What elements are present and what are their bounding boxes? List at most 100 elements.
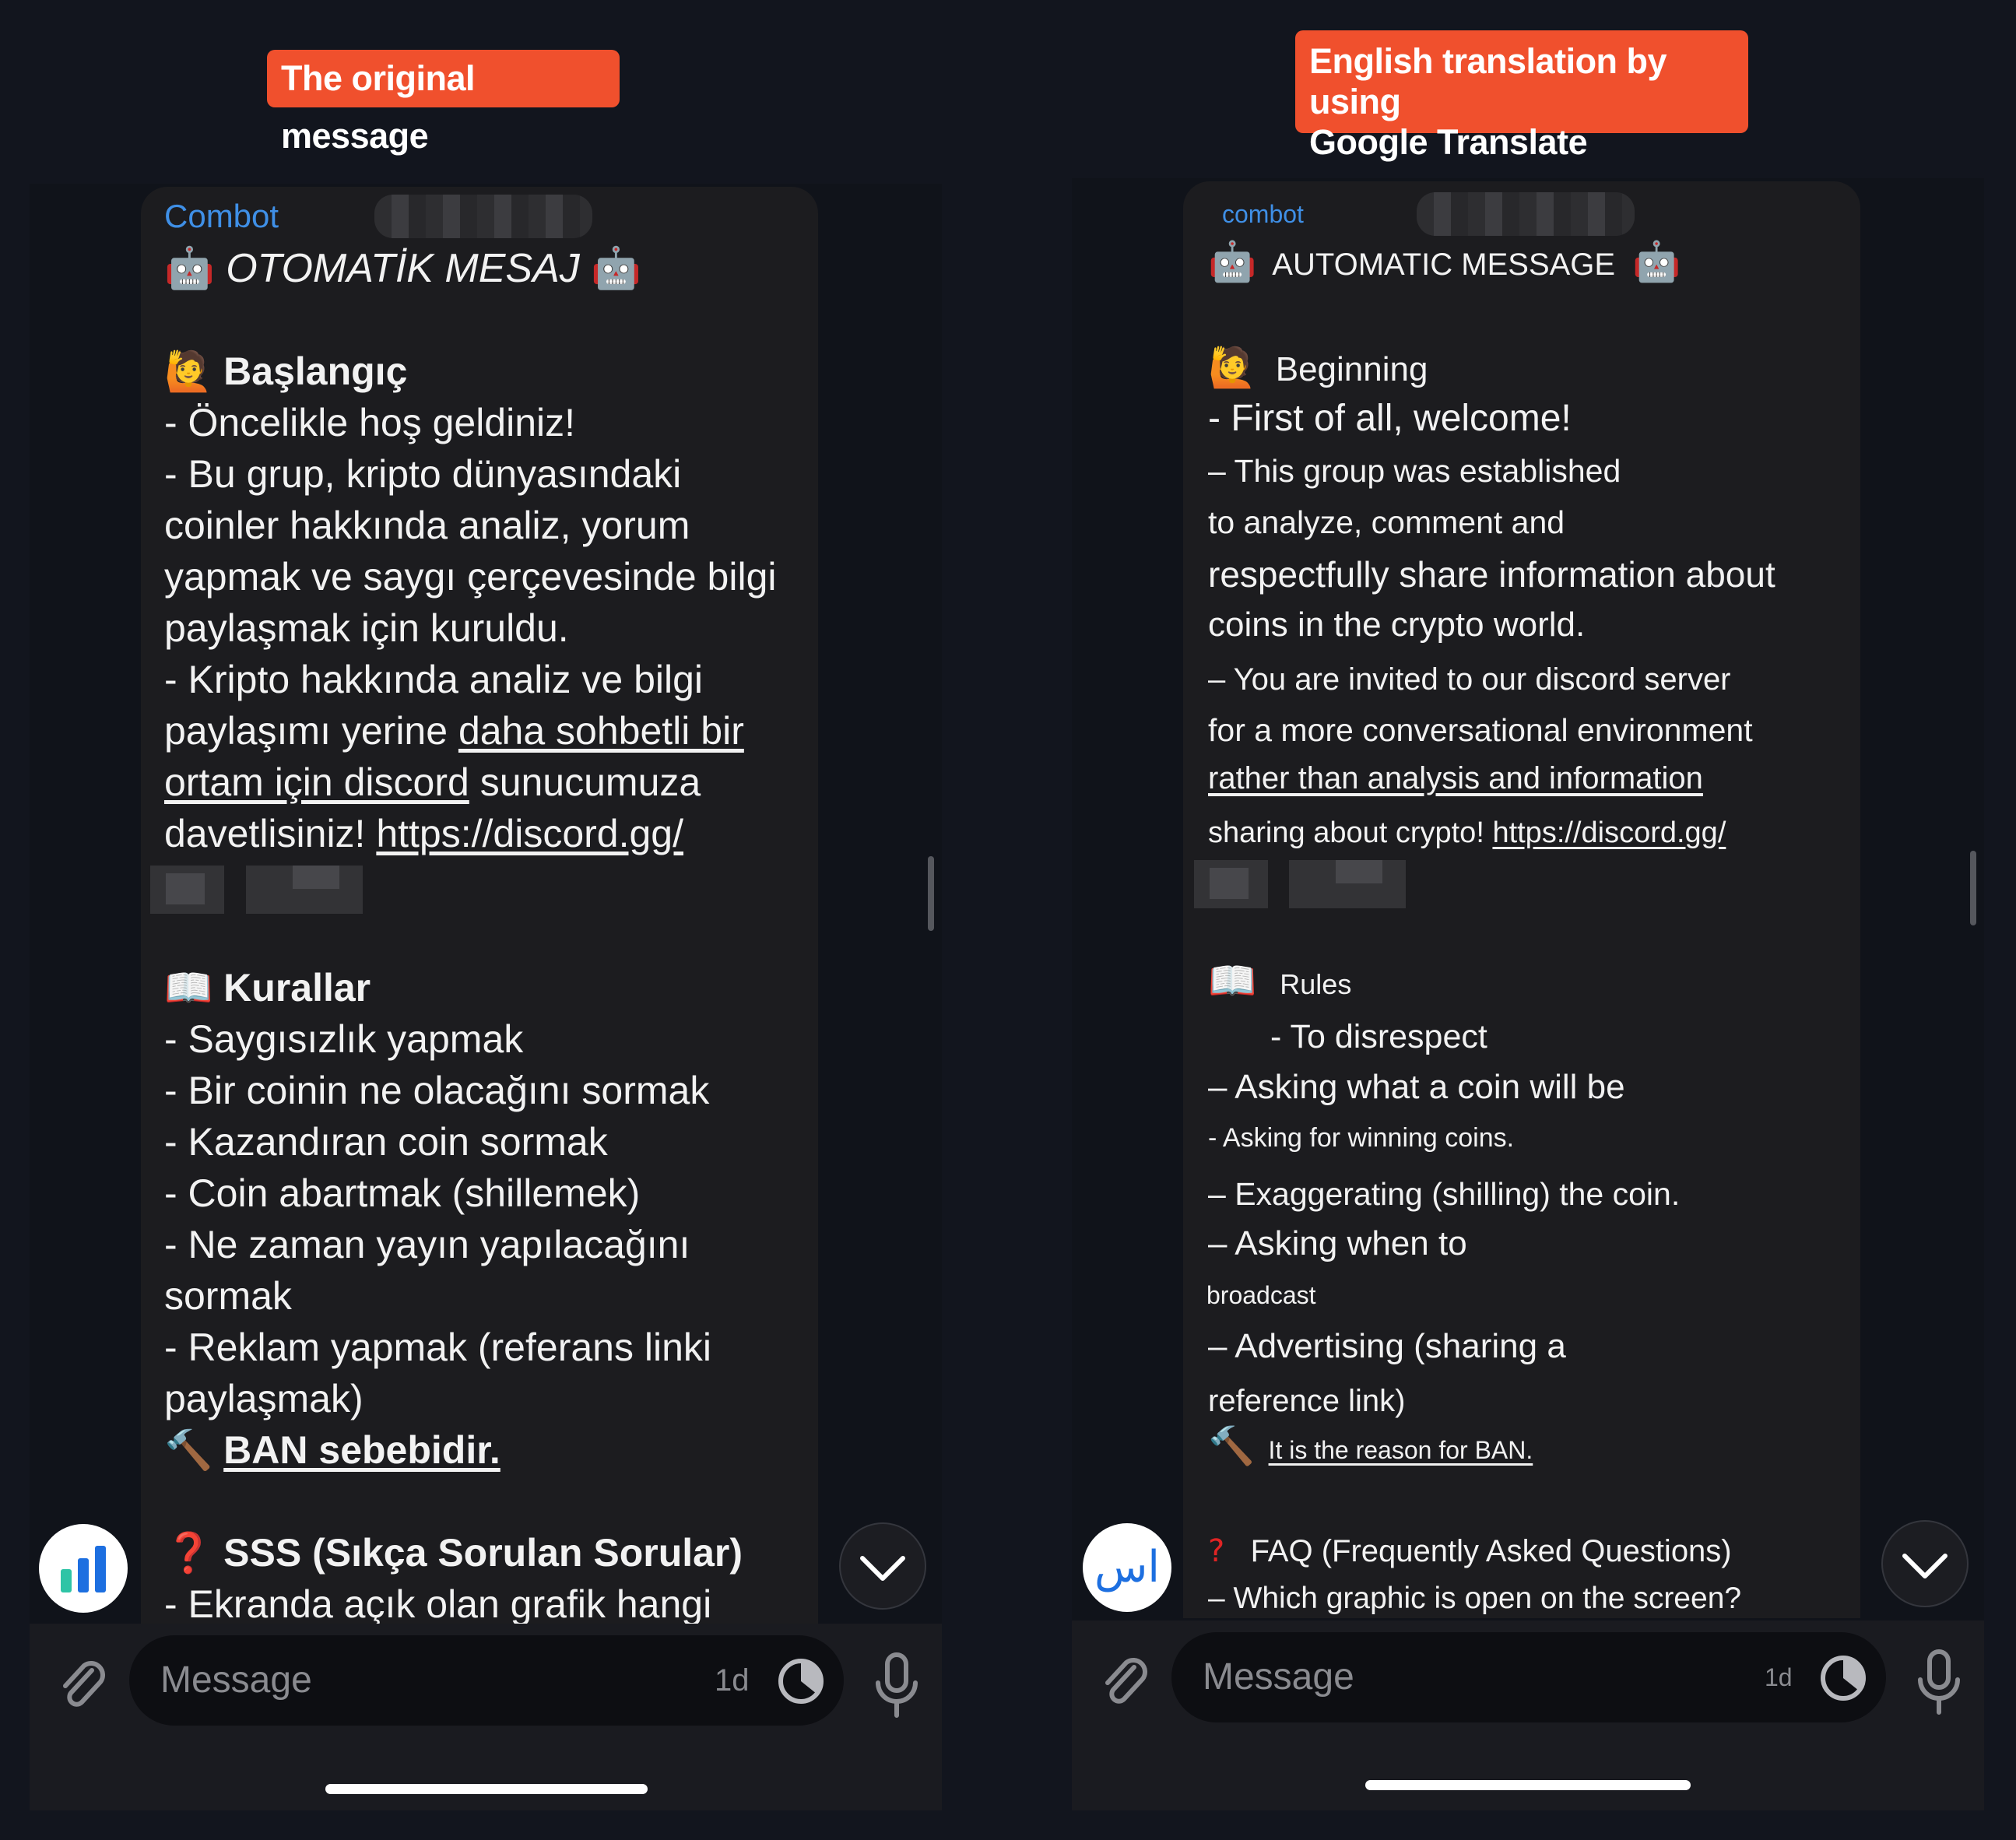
person-raising-hand-icon: 🙋 <box>1208 345 1257 390</box>
rule-item: – Asking what a coin will be <box>1208 1068 1625 1106</box>
start-line: for a more conversational environment <box>1208 712 1753 748</box>
ban-line: 🔨 BAN sebebidir. <box>164 1424 743 1476</box>
hammer-icon: 🔨 <box>1208 1424 1255 1468</box>
message-title: 🤖 OTOMATİK MESAJ 🤖 <box>164 243 641 294</box>
ban-link[interactable]: It is the reason for BAN. <box>1269 1436 1533 1464</box>
message-title: 🤖 AUTOMATIC MESSAGE 🤖 <box>1208 239 1681 287</box>
welcome-line: - First of all, welcome! <box>1208 398 1572 439</box>
rules-section: 📖 Kurallar - Saygısızlık yapmak - Bir co… <box>164 962 743 1624</box>
rules-heading: 📖 Kurallar <box>164 965 371 1010</box>
translation-label-line2: Google Translate <box>1309 122 1588 162</box>
question-mark-icon: ❓ <box>164 1530 213 1575</box>
start-line: - Bu grup, kripto dünyasındaki <box>164 452 682 496</box>
start-line: – This group was established <box>1208 453 1621 489</box>
rule-item: reference link) <box>1208 1384 1406 1418</box>
robot-icon: 🤖 <box>164 245 215 292</box>
bar-chart-icon <box>61 1546 106 1592</box>
message-placeholder: Message <box>1203 1656 1354 1698</box>
input-bar: Message 1d <box>30 1624 942 1810</box>
rule-item: - Saygısızlık yapmak <box>164 1017 524 1061</box>
sender-name[interactable]: Combot <box>164 198 279 235</box>
rule-item: broadcast <box>1206 1281 1316 1309</box>
translator-avatar[interactable]: اس <box>1083 1523 1171 1612</box>
rule-item: - Bir coinin ne olacağını sormak <box>164 1069 710 1112</box>
translation-label-line1: English translation by using <box>1309 41 1667 121</box>
person-raising-hand-icon: 🙋 <box>164 349 213 394</box>
input-bar: Message 1d <box>1072 1621 1984 1810</box>
sharing-line: sharing about crypto! https://discord.gg… <box>1208 816 1726 849</box>
original-message-label: The original message <box>267 50 620 156</box>
sender-name[interactable]: combot <box>1222 200 1304 229</box>
start-line: - Öncelikle hoş geldiniz! <box>164 401 576 444</box>
translated-chat-screenshot: combot 🤖 AUTOMATIC MESSAGE 🤖 🙋 Beginning… <box>1072 178 1984 1810</box>
book-icon: 📖 <box>1208 958 1257 1003</box>
bot-avatar[interactable] <box>39 1524 128 1613</box>
paperclip-icon[interactable] <box>51 1653 114 1719</box>
timer-icon[interactable] <box>1819 1654 1867 1706</box>
message-title-text: OTOMATİK MESAJ <box>226 246 580 291</box>
microphone-icon[interactable] <box>1911 1647 1967 1721</box>
rule-item: - Reklam yapmak (referans linki <box>164 1326 711 1369</box>
hammer-icon: 🔨 <box>164 1427 213 1473</box>
message-placeholder: Message <box>160 1659 312 1701</box>
rule-item: paylaşmak) <box>164 1377 364 1420</box>
faq-heading: ? FAQ (Frequently Asked Questions) <box>1208 1533 1732 1569</box>
rule-item: - To disrespect <box>1270 1018 1487 1055</box>
paperclip-icon[interactable] <box>1094 1650 1156 1716</box>
message-title-text: AUTOMATIC MESSAGE <box>1272 248 1616 282</box>
start-line: coins in the crypto world. <box>1208 606 1586 644</box>
avatar-text: اس <box>1094 1542 1160 1592</box>
message-bubble[interactable]: combot 🤖 AUTOMATIC MESSAGE 🤖 🙋 Beginning… <box>1183 181 1860 1618</box>
invite-line: ortam için discord sunucumuza <box>164 760 701 804</box>
chevron-down-icon <box>860 1556 905 1581</box>
book-icon: 📖 <box>164 965 213 1010</box>
message-bubble[interactable]: Combot 🤖 OTOMATİK MESAJ 🤖 🙋 Başlangıç - … <box>141 187 818 1624</box>
start-line: yapmak ve saygı çerçevesinde bilgi <box>164 555 777 599</box>
discord-text-link[interactable]: daha sohbetli bir <box>458 709 744 753</box>
start-line: – You are invited to our discord server <box>1208 662 1731 697</box>
chevron-down-icon <box>1902 1554 1948 1578</box>
message-input[interactable]: Message 1d <box>129 1635 844 1726</box>
robot-icon: 🤖 <box>591 245 641 292</box>
start-line: rather than analysis and information <box>1208 761 1703 795</box>
timer-icon[interactable] <box>777 1657 825 1709</box>
robot-icon: 🤖 <box>1208 239 1257 284</box>
robot-icon: 🤖 <box>1632 239 1681 284</box>
start-line: respectfully share information about <box>1208 554 1775 595</box>
home-indicator[interactable] <box>1365 1780 1691 1790</box>
message-input[interactable]: Message 1d <box>1171 1632 1886 1722</box>
rule-item: - Coin abartmak (shillemek) <box>164 1171 641 1215</box>
start-line: to analyze, comment and <box>1208 504 1565 540</box>
start-section: 🙋 Başlangıç - Öncelikle hoş geldiniz! - … <box>164 346 777 859</box>
rule-item: - Asking for winning coins. <box>1208 1123 1515 1153</box>
start-line: paylaşmak için kuruldu. <box>164 606 569 650</box>
scroll-down-button[interactable] <box>1881 1520 1969 1607</box>
ban-link[interactable]: BAN sebebidir. <box>223 1428 500 1472</box>
microphone-icon[interactable] <box>869 1650 925 1724</box>
faq-line: – Which graphic is open on the screen? <box>1208 1582 1742 1615</box>
discord-url-link[interactable]: https://discord.gg/ <box>1492 816 1726 849</box>
faq-line: - Ekranda açık olan grafik hangi <box>164 1582 712 1624</box>
rule-item: - Ne zaman yayın yapılacağını <box>164 1223 690 1266</box>
scroll-down-button[interactable] <box>839 1522 926 1610</box>
translation-label: English translation by using Google Tran… <box>1295 30 1748 162</box>
redacted-username <box>1417 192 1635 236</box>
timer-label: 1d <box>1765 1663 1793 1691</box>
timer-label: 1d <box>715 1663 750 1698</box>
invite-line: davetlisiniz! https://discord.gg/ <box>164 812 683 855</box>
ban-line: 🔨 It is the reason for BAN. <box>1208 1424 1533 1473</box>
rule-item: – Asking when to <box>1208 1224 1467 1262</box>
start-line: coinler hakkında analiz, yorum <box>164 504 690 547</box>
discord-text-link[interactable]: ortam için discord <box>164 760 469 804</box>
start-line: - Kripto hakkında analiz ve bilgi <box>164 658 704 701</box>
faq-heading: ❓ SSS (Sıkça Sorulan Sorular) <box>164 1530 743 1575</box>
invite-line: paylaşımı yerine daha sohbetli bir <box>164 709 744 753</box>
rule-item: – Exaggerating (shilling) the coin. <box>1208 1176 1681 1212</box>
home-indicator[interactable] <box>325 1784 648 1794</box>
rule-item: – Advertising (sharing a <box>1208 1327 1566 1365</box>
rule-item: - Kazandıran coin sormak <box>164 1120 608 1164</box>
discord-url-link[interactable]: https://discord.gg/ <box>376 812 683 855</box>
question-mark-icon: ? <box>1208 1533 1225 1569</box>
scroll-indicator[interactable] <box>928 856 934 931</box>
scroll-indicator[interactable] <box>1970 851 1976 925</box>
